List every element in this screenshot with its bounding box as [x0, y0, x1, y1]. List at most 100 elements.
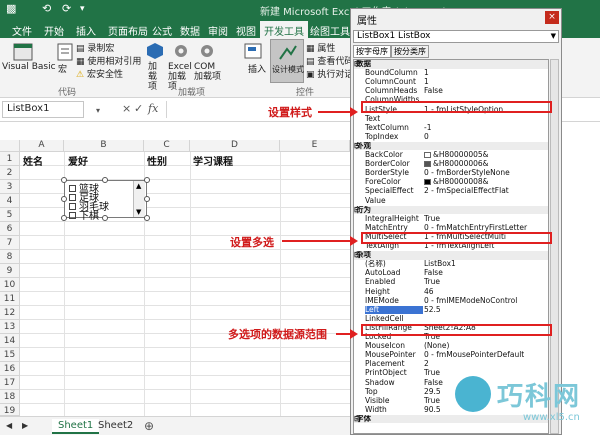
property-row[interactable]: BackColor &H80000005& — [354, 151, 548, 160]
row-header[interactable]: 3 — [0, 180, 20, 194]
property-row[interactable]: BoundColumn 1 — [354, 69, 548, 78]
row-header[interactable]: 10 — [0, 278, 20, 292]
tab-data[interactable]: 数据 — [176, 21, 204, 38]
checkbox-icon[interactable] — [69, 212, 76, 219]
property-row[interactable]: MousePointer 0 - fmMousePointerDefault — [354, 351, 548, 360]
row-header[interactable]: 5 — [0, 208, 20, 222]
property-category[interactable]: ⊟ 外观 — [354, 141, 548, 151]
addin-button[interactable]: 加载项 — [148, 62, 162, 92]
name-box[interactable]: ListBox1 — [2, 101, 84, 118]
name-box-dropdown-icon[interactable]: ▾ — [96, 106, 100, 115]
resize-handle[interactable] — [61, 196, 67, 202]
design-mode-button[interactable]: 设计模式 — [270, 39, 304, 83]
worksheet-grid[interactable]: A B C D E 1 2 3 4 5 6 7 8 9 10 11 12 13 … — [0, 140, 350, 416]
property-value[interactable]: 0 - fmMousePointerDefault — [424, 351, 548, 360]
header-hobby-cell[interactable]: 爱好 — [68, 153, 88, 168]
row-header[interactable]: 8 — [0, 250, 20, 264]
resize-handle[interactable] — [61, 177, 67, 183]
column-header[interactable]: C — [144, 140, 190, 152]
property-value[interactable]: &H80000006& — [424, 160, 548, 169]
close-icon[interactable]: × — [545, 11, 559, 24]
property-row[interactable]: Enabled True — [354, 278, 548, 287]
property-row[interactable]: Placement 2 — [354, 360, 548, 369]
tab-page-layout[interactable]: 页面布局 — [104, 21, 152, 38]
tab-drawing-tools[interactable]: 绘图工具 — [306, 21, 354, 38]
row-header[interactable]: 16 — [0, 362, 20, 376]
property-value[interactable]: 1 — [424, 78, 548, 87]
property-row[interactable]: IntegralHeight True — [354, 215, 548, 224]
resize-handle[interactable] — [102, 177, 108, 183]
property-value[interactable]: 1 — [424, 69, 548, 78]
properties-button[interactable]: ▦ 属性 — [306, 41, 335, 54]
row-header[interactable]: 9 — [0, 264, 20, 278]
property-value[interactable]: 0 - fmBorderStyleNone — [424, 169, 548, 178]
listbox-item[interactable]: 下棋 — [69, 207, 99, 222]
property-row[interactable]: TopIndex 0 — [354, 133, 548, 142]
property-value[interactable]: 0 - fmIMEModeNoControl — [424, 297, 548, 306]
row-header[interactable]: 17 — [0, 376, 20, 390]
property-row[interactable]: SpecialEffect 2 - fmSpecialEffectFlat — [354, 187, 548, 196]
property-value[interactable]: False — [424, 269, 548, 278]
property-row[interactable]: ColumnHeads False — [354, 87, 548, 96]
column-header[interactable]: D — [190, 140, 280, 152]
column-header[interactable]: A — [20, 140, 64, 152]
property-value[interactable]: 52.5 — [424, 306, 548, 315]
property-value[interactable]: False — [424, 87, 548, 96]
tab-developer[interactable]: 开发工具 — [260, 21, 308, 38]
tab-home[interactable]: 开始 — [40, 21, 68, 38]
resize-handle[interactable] — [61, 215, 67, 221]
property-row[interactable]: TextColumn -1 — [354, 124, 548, 133]
row-header[interactable]: 1 — [0, 152, 20, 166]
property-value[interactable]: -1 — [424, 124, 548, 133]
tab-scroll-left-icon[interactable]: ◀ — [4, 419, 14, 432]
property-value[interactable]: 2 — [424, 360, 548, 369]
fx-icon[interactable]: fx — [148, 102, 158, 115]
property-category[interactable]: ⊟ 数据 — [354, 60, 548, 69]
property-row[interactable]: (名称) ListBox1 — [354, 260, 548, 269]
property-row[interactable]: Value — [354, 197, 548, 206]
property-row[interactable]: IMEMode 0 - fmIMEModeNoControl — [354, 297, 548, 306]
row-header[interactable]: 18 — [0, 390, 20, 404]
property-row[interactable]: BorderStyle 0 - fmBorderStyleNone — [354, 169, 548, 178]
row-header[interactable]: 4 — [0, 194, 20, 208]
redo-icon[interactable]: ⟳ — [62, 2, 71, 15]
macro-security-button[interactable]: ⚠ 宏安全性 — [76, 67, 123, 80]
property-row[interactable]: LinkedCell — [354, 315, 548, 324]
row-header[interactable]: 12 — [0, 306, 20, 320]
tab-formulas[interactable]: 公式 — [148, 21, 176, 38]
property-value[interactable]: 46 — [424, 288, 548, 297]
resize-handle[interactable] — [144, 196, 150, 202]
property-row[interactable]: Height 46 — [354, 288, 548, 297]
tab-view[interactable]: 视图 — [232, 21, 260, 38]
property-value[interactable]: &H80000008& — [424, 178, 548, 187]
property-row[interactable]: Left 52.5 — [354, 305, 548, 315]
undo-icon[interactable]: ⟲ — [42, 2, 51, 15]
property-row[interactable]: Text — [354, 115, 548, 124]
header-gender-cell[interactable]: 性别 — [147, 153, 167, 168]
tab-categorized[interactable]: 按分类序 — [391, 45, 429, 58]
cancel-icon[interactable]: × — [122, 102, 131, 115]
formula-input[interactable] — [166, 101, 350, 118]
property-row[interactable]: ColumnCount 1 — [354, 78, 548, 87]
com-addin-button[interactable]: COM 加载项 — [194, 62, 222, 82]
tab-file[interactable]: 文件 — [8, 21, 36, 38]
property-row[interactable]: BorderColor &H80000006& — [354, 160, 548, 169]
header-name-cell[interactable]: 姓名 — [23, 153, 43, 168]
scroll-up-icon[interactable]: ▲ — [136, 182, 141, 190]
resize-handle[interactable] — [144, 177, 150, 183]
relative-ref-button[interactable]: ▦ 使用相对引用 — [76, 54, 141, 67]
sheet-tab-sheet2[interactable]: Sheet2 — [92, 419, 139, 432]
record-macro-button[interactable]: ▤ 录制宏 — [76, 41, 114, 54]
row-header[interactable]: 11 — [0, 292, 20, 306]
row-header[interactable]: 13 — [0, 320, 20, 334]
enter-icon[interactable]: ✓ — [134, 102, 143, 115]
view-code-button[interactable]: ▤ 查看代码 — [306, 54, 353, 67]
row-header[interactable]: 19 — [0, 404, 20, 416]
property-row[interactable]: ForeColor &H80000008& — [354, 178, 548, 187]
resize-handle[interactable] — [102, 215, 108, 221]
column-header[interactable]: E — [280, 140, 350, 152]
row-header[interactable]: 14 — [0, 334, 20, 348]
tab-scroll-right-icon[interactable]: ▶ — [20, 419, 30, 432]
row-header[interactable]: 6 — [0, 222, 20, 236]
property-value[interactable]: (None) — [424, 342, 548, 351]
